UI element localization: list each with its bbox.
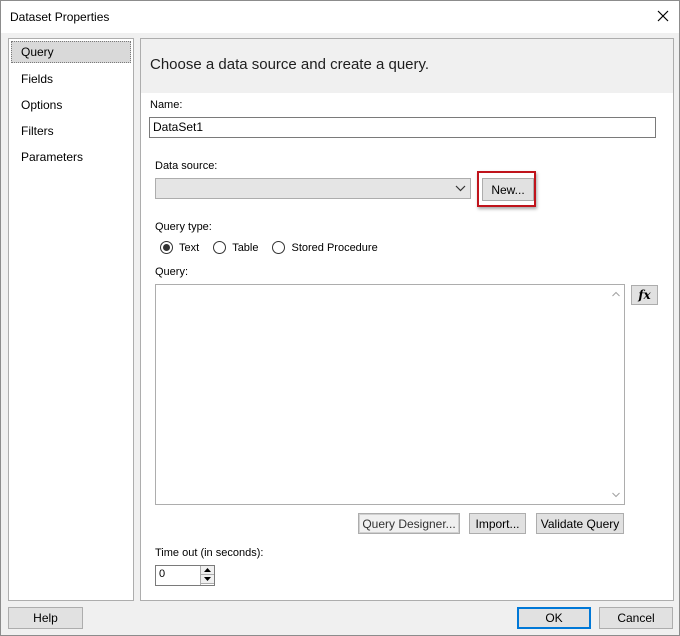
cancel-label: Cancel [617,611,655,625]
sidebar-item-label: Options [21,98,63,112]
help-label: Help [33,611,58,625]
panel-header: Choose a data source and create a query. [141,39,673,93]
title-bar: Dataset Properties [1,1,679,33]
query-type-table-radio[interactable]: Table [213,241,258,254]
new-button-label: New... [491,182,525,197]
radio-checked-icon [160,241,173,254]
validate-label: Validate Query [540,516,620,531]
page-title: Choose a data source and create a query. [150,56,430,73]
expression-button[interactable]: fx [631,285,658,305]
query-textarea[interactable] [155,284,625,505]
query-scrollbar[interactable] [608,285,624,504]
cancel-button[interactable]: Cancel [599,607,673,629]
ok-button[interactable]: OK [517,607,591,629]
caret-down-icon [204,577,211,581]
spin-up-button[interactable] [201,566,214,575]
ok-label: OK [545,611,563,625]
sidebar-item-fields[interactable]: Fields [11,68,131,90]
sidebar-item-options[interactable]: Options [11,94,131,116]
timeout-value: 0 [159,568,166,580]
sidebar-item-label: Query [21,45,54,59]
new-datasource-button[interactable]: New... [482,178,534,201]
timeout-stepper[interactable]: 0 [155,565,215,586]
query-label: Query: [155,266,189,278]
caret-up-icon [204,568,211,572]
radio-label: Stored Procedure [291,241,378,254]
query-designer-button[interactable]: Query Designer... [358,513,460,534]
import-button[interactable]: Import... [469,513,526,534]
sidebar-item-query[interactable]: Query [11,41,131,63]
import-label: Import... [475,516,520,531]
radio-unchecked-icon [272,241,286,254]
sidebar-nav: Query Fields Options Filters Parameters [8,38,134,601]
chevron-down-icon [455,185,466,192]
scroll-down-icon[interactable] [612,492,620,498]
help-button[interactable]: Help [8,607,83,629]
query-type-label: Query type: [155,221,212,233]
query-designer-label: Query Designer... [362,516,456,531]
sidebar-item-filters[interactable]: Filters [11,120,131,142]
datasource-select[interactable] [155,178,471,199]
sidebar-item-label: Filters [21,124,54,138]
window-title: Dataset Properties [10,10,110,24]
sidebar-item-label: Fields [21,72,54,86]
validate-query-button[interactable]: Validate Query [536,513,624,534]
dataset-properties-dialog: Dataset Properties Query Fields Options … [0,0,680,636]
name-field[interactable]: DataSet1 [149,117,656,138]
sidebar-item-parameters[interactable]: Parameters [11,146,131,168]
scroll-up-icon[interactable] [612,291,620,297]
query-type-stored-procedure-radio[interactable]: Stored Procedure [272,241,378,254]
spin-down-button[interactable] [201,575,214,584]
name-label: Name: [150,99,183,111]
fx-icon: fx [638,288,651,302]
close-icon [657,10,669,22]
radio-unchecked-icon [213,241,227,254]
query-type-text-radio[interactable]: Text [160,241,199,254]
sidebar-item-label: Parameters [21,150,84,164]
datasource-label: Data source: [155,160,218,172]
close-button[interactable] [647,1,679,31]
query-type-group: Text Table Stored Procedure [160,241,392,254]
radio-label: Table [232,241,259,254]
spin-buttons [200,566,214,585]
timeout-label: Time out (in seconds): [155,547,264,559]
radio-label: Text [179,241,200,254]
